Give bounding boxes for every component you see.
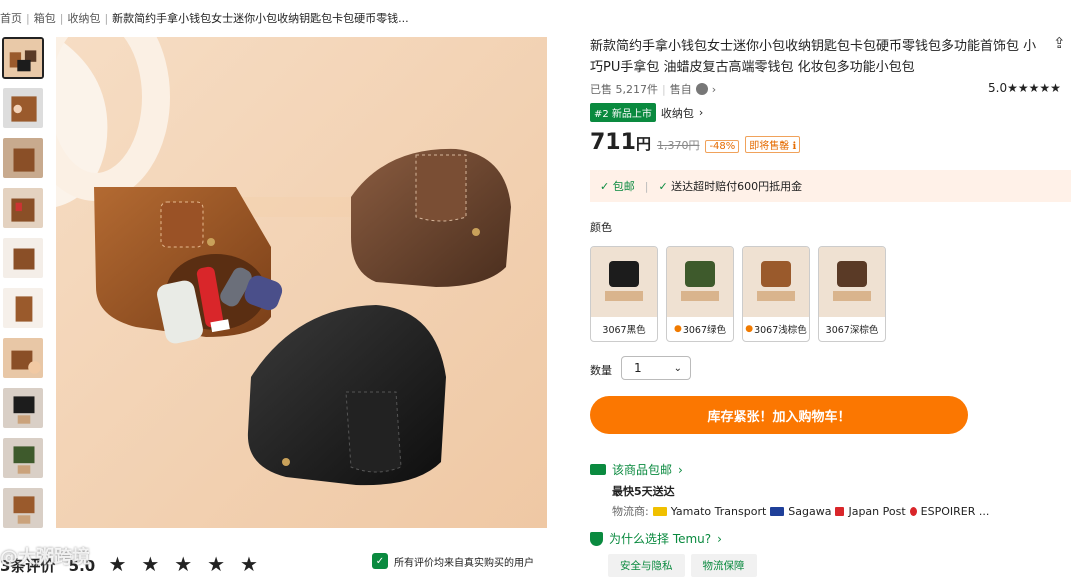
color-option-dark-brown[interactable]: 3067深棕色 — [818, 246, 886, 342]
assurance-tabs: 安全与隐私 物流保障 — [608, 554, 757, 577]
thumbnail[interactable] — [2, 337, 44, 379]
color-label: 颜色 — [590, 221, 612, 234]
breadcrumb-current: 新款简约手拿小钱包女士迷你小包收纳钥匙包卡包硬币零钱... — [112, 12, 409, 25]
thumbnail[interactable] — [2, 37, 44, 79]
category-link[interactable]: 收纳包 — [661, 105, 694, 121]
divider: | — [662, 82, 666, 96]
seller-label: 售自 — [669, 83, 692, 96]
sagawa-logo-icon — [770, 506, 785, 516]
chevron-down-icon: ⌄ — [673, 362, 682, 374]
shield-check-icon: ✓ — [372, 553, 388, 569]
truck-icon — [590, 464, 606, 475]
breadcrumb-separator: | — [26, 12, 30, 25]
divider: | — [644, 179, 649, 193]
chevron-right-icon[interactable]: › — [712, 83, 716, 96]
thumbnail[interactable] — [2, 387, 44, 429]
color-option-green[interactable]: ● 3067绿色 — [666, 246, 734, 342]
yamato-logo-icon — [652, 506, 667, 516]
rating-stars-icon: ★★★★★ — [1007, 81, 1061, 95]
thumbnail[interactable] — [2, 87, 44, 129]
carriers: 物流商: Yamato Transport Sagawa Japan Post … — [612, 504, 990, 519]
breadcrumb-separator: | — [59, 12, 64, 25]
chevron-right-icon: › — [678, 462, 683, 477]
chevron-right-icon: › — [698, 106, 704, 119]
breadcrumb-bags[interactable]: 箱包 — [34, 10, 56, 26]
stock-badge[interactable]: 即将售罄 ℹ — [745, 136, 801, 153]
product-title: 新款简约手拿小钱包女士迷你小包收纳钥匙包卡包硬币零钱包多功能首饰包 小巧PU手拿… — [590, 39, 1037, 75]
espoirer-logo-icon — [909, 506, 917, 516]
quantity-value: 1 — [634, 361, 642, 375]
share-icon[interactable]: ⇪ — [1053, 34, 1066, 52]
original-price: 1,370円 — [656, 139, 700, 152]
free-shipping-link[interactable]: 该商品包邮 › — [590, 461, 683, 478]
verified-reviews-note: ✓ 所有评价均来自真实购买的用户 — [372, 553, 534, 569]
thumbnail-strip — [2, 37, 46, 537]
fire-icon: ● — [745, 324, 754, 334]
breadcrumb: 首页 | 箱包 | 收纳包 | 新款简约手拿小钱包女士迷你小包收纳钥匙包卡包硬币零钱... — [0, 10, 520, 26]
check-icon: ✓ — [600, 180, 610, 193]
watermark: @大粥跨境 — [0, 547, 90, 568]
quantity-label: 数量 — [590, 364, 612, 377]
price-row: 711円 1,370円 -48% 即将售罄 ℹ — [590, 130, 801, 155]
check-icon: ✓ — [658, 180, 668, 193]
chevron-right-icon: › — [717, 531, 722, 546]
sold-count: 已售 5,217件 — [590, 83, 658, 96]
thumbnail[interactable] — [2, 437, 44, 479]
rating-score: 5.0 — [988, 81, 1008, 95]
info-icon: ℹ — [792, 141, 797, 152]
color-option-black[interactable]: 3067黑色 — [590, 246, 658, 342]
shipping-banner[interactable]: ✓ 包邮 | ✓ 送达超时赔付600円抵用金 — [590, 170, 1071, 202]
free-shipping: ✓ 包邮 — [600, 180, 635, 193]
thumbnail[interactable] — [2, 237, 44, 279]
add-to-cart-button[interactable]: 库存紧张！加入购物车！ — [590, 396, 968, 434]
color-option-light-brown[interactable]: ● 3067浅棕色 — [742, 246, 810, 342]
japan-post-logo-icon — [835, 506, 845, 516]
discount-badge: -48% — [705, 140, 740, 153]
thumbnail[interactable] — [2, 487, 44, 529]
shield-icon — [590, 531, 603, 546]
sales-info: 已售 5,217件 | 售自 › — [590, 81, 716, 97]
carriers-label: 物流商: — [612, 505, 649, 518]
main-product-image[interactable] — [56, 37, 547, 528]
breadcrumb-storage[interactable]: 收纳包 — [67, 10, 100, 26]
current-price: 711円 — [590, 130, 651, 155]
tab-security-privacy[interactable]: 安全与隐私 — [608, 554, 685, 577]
fire-icon: ● — [673, 324, 682, 334]
delivery-eta: 最快5天送达 — [612, 485, 675, 498]
rank-row[interactable]: #2 新品上市 收纳包 › — [590, 103, 703, 122]
why-temu-link[interactable]: 为什么选择 Temu? › — [590, 530, 722, 547]
seller-avatar[interactable] — [695, 83, 708, 95]
late-delivery-credit: ✓ 送达超时赔付600円抵用金 — [658, 180, 803, 193]
rank-badge: #2 新品上市 — [590, 103, 656, 122]
breadcrumb-home[interactable]: 首页 — [0, 10, 22, 26]
verified-text: 所有评价均来自真实购买的用户 — [394, 557, 534, 569]
thumbnail[interactable] — [2, 287, 44, 329]
color-options: 3067黑色 ● 3067绿色 ● 3067浅棕色 3067深棕色 — [590, 246, 886, 342]
quantity-select[interactable]: 1 ⌄ — [621, 356, 691, 380]
breadcrumb-separator: | — [104, 12, 109, 25]
thumbnail[interactable] — [2, 137, 44, 179]
review-stars-icon: ★ ★ ★ ★ ★ — [108, 552, 262, 576]
thumbnail[interactable] — [2, 187, 44, 229]
product-rating[interactable]: 5.0★★★★★ — [988, 81, 1061, 95]
tab-logistics-guarantee[interactable]: 物流保障 — [690, 554, 757, 577]
